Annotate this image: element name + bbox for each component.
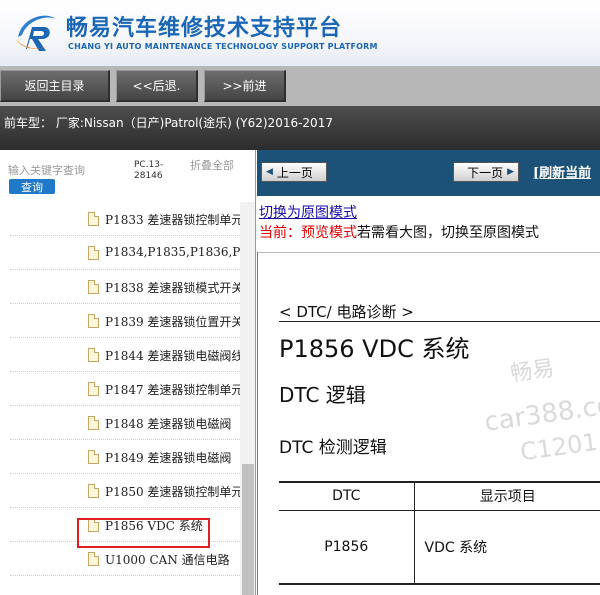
tree-item[interactable]: P1844 差速器锁电磁阀线路 [10, 338, 240, 372]
brand-title: 畅易汽车维修技术支持平台 [66, 16, 343, 41]
tree-item[interactable]: P1833 差速器锁控制单元 [10, 202, 240, 236]
table-cell-display-item: VDC 系统 [414, 510, 600, 585]
tree-item-label: P1848 差速器锁电磁阀 [105, 417, 232, 431]
document-icon [88, 484, 99, 498]
tree-item[interactable]: P1848 差速器锁电磁阀 [10, 406, 240, 440]
document-icon [88, 552, 99, 566]
next-page-label: 下一页 [467, 165, 504, 180]
tree-item-label: P1850 差速器锁控制单元 [105, 485, 240, 499]
prev-page-label: 上一页 [276, 165, 313, 180]
arrow-left-icon: ◀ [266, 167, 273, 177]
mode-note: 当前：预览模式若需看大图，切换至原图模式 [259, 222, 539, 242]
vehicle-info-bar: 前车型： 厂家:Nissan（日产)Patrol(途乐) (Y62)2016-2… [0, 106, 600, 150]
dtc-table: DTC 显示项目 P1856 VDC 系统 [279, 481, 600, 585]
document-icon [88, 246, 99, 260]
app-header: 畅易汽车维修技术支持平台 CHANG YI AUTO MAINTENANCE T… [0, 0, 600, 66]
tree-scrollbar[interactable] [240, 202, 255, 595]
tree-item[interactable]: P1839 差速器锁位置开关 [10, 304, 240, 338]
changyi-logo-icon [16, 15, 56, 51]
watermark-text: C1201 [518, 427, 600, 467]
document-icon [88, 382, 99, 396]
table-row: P1856 VDC 系统 [279, 510, 600, 585]
document-icon [88, 314, 99, 328]
document-icon [88, 416, 99, 430]
scrollbar-thumb[interactable] [242, 464, 254, 595]
tree-item-label: P1838 差速器锁模式开关 [105, 281, 240, 295]
tree-item-label: P1839 差速器锁位置开关 [105, 315, 240, 329]
tree-item-label: P1849 差速器锁电磁阀 [105, 451, 232, 465]
table-header-display-item: 显示项目 [414, 481, 600, 511]
tree-item[interactable]: P1850 差速器锁控制单元 [10, 474, 240, 508]
tree-item[interactable]: P1838 差速器锁模式开关 [10, 270, 240, 304]
tree-item-label: P1834,P1835,P1836,P1837 [105, 245, 240, 259]
dtc-logic-heading: DTC 逻辑 [279, 383, 366, 407]
home-button[interactable]: 返回主目录 [0, 70, 110, 102]
tree-item-label: U1000 CAN 通信电路 [105, 553, 230, 567]
collapse-all-link[interactable]: 折叠全部 [190, 160, 234, 172]
prev-page-button[interactable]: ◀ 上一页 [261, 162, 327, 182]
document-icon [88, 348, 99, 362]
switch-mode-link[interactable]: 切换为原图模式 [259, 202, 357, 222]
table-header-row: DTC 显示项目 [279, 481, 600, 511]
back-button[interactable]: <<后退. [116, 70, 198, 102]
brand-subtitle: CHANG YI AUTO MAINTENANCE TECHNOLOGY SUP… [68, 42, 378, 51]
page-nav-bar: ◀ 上一页 下一页 ▶ [刷新当前 [257, 150, 600, 196]
arrow-right-icon: ▶ [507, 167, 514, 177]
document-content: 切换为原图模式 当前：预览模式若需看大图，切换至原图模式 < DTC/ 电路诊断… [257, 196, 600, 595]
table-cell-dtc: P1856 [279, 510, 415, 585]
tree-item-label: P1844 差速器锁电磁阀线路 [105, 349, 240, 363]
search-button[interactable]: 查询 [9, 179, 55, 194]
mode-hint: 若需看大图，切换至原图模式 [357, 225, 539, 241]
detection-logic-heading: DTC 检测逻辑 [279, 438, 387, 458]
catalog-panel: 查询 PC.13-28146 折叠全部 P1833 差速器锁控制单元 P1834… [0, 150, 256, 595]
tree-item[interactable]: P1834,P1835,P1836,P1837 [10, 236, 240, 270]
tree-item[interactable]: P1847 差速器锁控制单元 [10, 372, 240, 406]
document-icon [88, 280, 99, 294]
search-input[interactable] [8, 162, 102, 178]
tree-item-label: P1833 差速器锁控制单元 [105, 213, 240, 227]
pc-code-label: PC.13-28146 [134, 160, 164, 181]
section-divider [279, 321, 600, 322]
manual-page-preview: < DTC/ 电路诊断 > P1856 VDC 系统 DTC 逻辑 DTC 检测… [257, 252, 600, 595]
tree-item-label: P1847 差速器锁控制单元 [105, 383, 240, 397]
table-header-dtc: DTC [279, 481, 415, 511]
vehicle-info-text: 前车型： 厂家:Nissan（日产)Patrol(途乐) (Y62)2016-2… [4, 116, 333, 130]
document-icon [88, 212, 99, 226]
main-toolbar: 返回主目录 <<后退. >>前进 [0, 66, 600, 106]
search-area: 查询 PC.13-28146 折叠全部 [0, 150, 255, 200]
tree-item[interactable]: P1849 差速器锁电磁阀 [10, 440, 240, 474]
document-icon [88, 450, 99, 464]
refresh-link[interactable]: [刷新当前 [533, 162, 591, 181]
selection-highlight [77, 518, 210, 548]
watermark-text: 畅易 [508, 356, 556, 387]
document-title: P1856 VDC 系统 [279, 335, 470, 363]
next-page-button[interactable]: 下一页 ▶ [453, 162, 519, 182]
watermark-text: car388.co [482, 390, 600, 438]
forward-button[interactable]: >>前进 [204, 70, 286, 102]
document-panel: ◀ 上一页 下一页 ▶ [刷新当前 切换为原图模式 当前：预览模式若需看大图，切… [257, 150, 600, 595]
section-header: < DTC/ 电路诊断 > [279, 303, 414, 321]
current-mode-label: 当前：预览模式 [259, 225, 357, 241]
